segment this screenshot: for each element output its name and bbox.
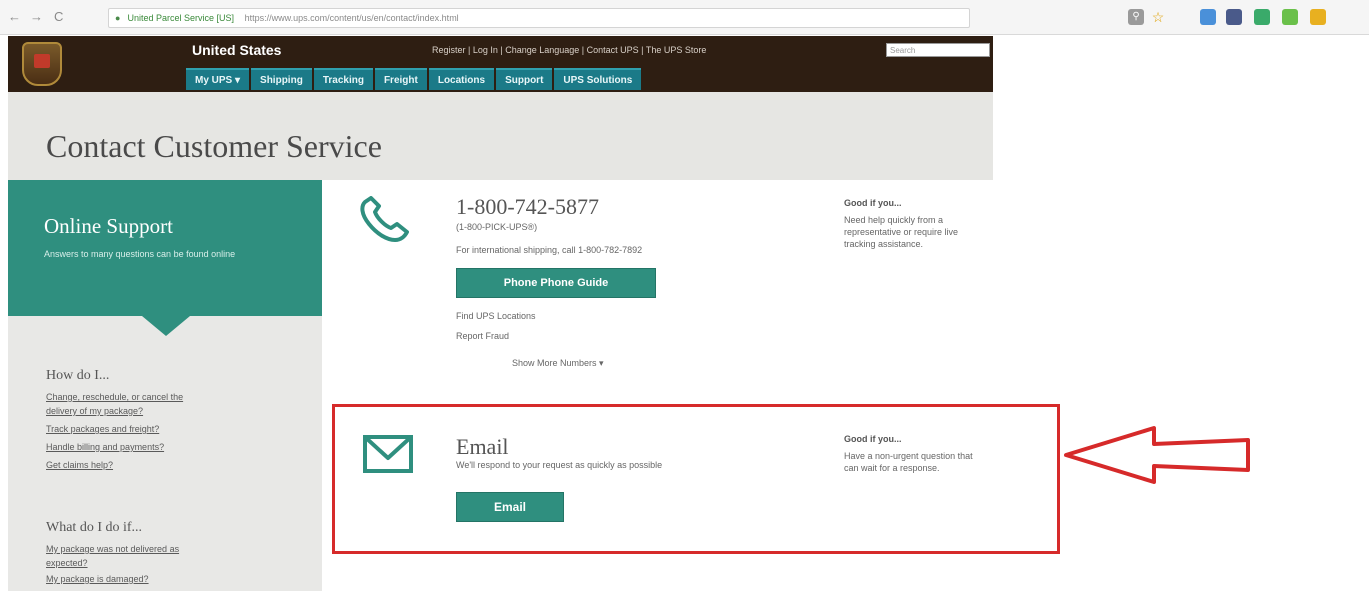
sidebar-link[interactable]: Handle billing and payments? [46, 442, 164, 452]
page-title: Contact Customer Service [46, 128, 382, 164]
tab-support[interactable]: Support [496, 68, 553, 90]
zoom-icon[interactable]: ⚲ [1128, 9, 1144, 25]
sidebar-link[interactable]: Track packages and freight? [46, 424, 159, 434]
tab-freight[interactable]: Freight [374, 68, 427, 90]
international-note: For international shipping, call 1-800-7… [456, 245, 643, 255]
main-nav: My UPS ▾ Shipping Tracking Freight Locat… [186, 68, 643, 90]
tab-shipping[interactable]: Shipping [251, 68, 312, 90]
forward-button[interactable]: → [30, 10, 43, 24]
what-do-i-do-heading: What do I do if... [46, 520, 143, 535]
reload-button[interactable]: C [54, 10, 63, 24]
support-description: Answers to many questions can be found o… [44, 249, 236, 259]
utility-links[interactable]: Register | Log In | Change Language | Co… [432, 45, 706, 55]
tab-ups-solutions[interactable]: UPS Solutions [554, 68, 642, 90]
lock-icon: ● [115, 13, 121, 23]
star-icon[interactable]: ☆ [1150, 9, 1166, 25]
extension-icon[interactable] [1200, 9, 1216, 25]
phone-good-text: Need help quickly from a representative … [844, 215, 959, 249]
sidebar-link[interactable]: My package was not delivered as [46, 544, 179, 554]
annotation-highlight-box [332, 404, 1060, 554]
url-text: https://www.ups.com/content/us/en/contac… [244, 13, 459, 23]
title-band: Contact Customer Service [8, 92, 993, 180]
show-more-numbers-link[interactable]: Show More Numbers ▾ [512, 358, 604, 369]
sidebar-link[interactable]: expected? [46, 558, 88, 568]
address-bar[interactable]: ● United Parcel Service [US] https://www… [108, 8, 970, 28]
back-button[interactable]: ← [8, 10, 21, 24]
annotation-arrow-icon [1064, 426, 1250, 484]
how-do-i-heading: How do I... [46, 368, 110, 383]
site-header: United States Register | Log In | Change… [8, 36, 993, 92]
tab-my-ups[interactable]: My UPS ▾ [186, 68, 250, 90]
extension-icon[interactable] [1226, 9, 1242, 25]
tab-tracking[interactable]: Tracking [313, 68, 373, 90]
phone-icon [360, 196, 409, 242]
tab-locations[interactable]: Locations [428, 68, 495, 90]
sidebar-link[interactable]: Change, reschedule, or cancel the [46, 392, 183, 402]
phone-good-heading: Good if you... [844, 198, 902, 208]
ups-logo[interactable] [22, 42, 62, 86]
phone-letters: (1-800-PICK-UPS®) [456, 222, 538, 232]
extension-icon[interactable] [1282, 9, 1298, 25]
extension-icon[interactable] [1310, 9, 1326, 25]
browser-toolbar: ← → C ● United Parcel Service [US] https… [0, 0, 1369, 35]
sidebar-link[interactable]: delivery of my package? [46, 406, 143, 416]
online-support-panel[interactable]: Online Support Answers to many questions… [8, 180, 322, 316]
country-label: United States [192, 42, 282, 58]
sidebar-link[interactable]: Get claims help? [46, 460, 113, 470]
logo-mark [34, 54, 50, 68]
sidebar-link[interactable]: My package is damaged? [46, 574, 149, 584]
phone-guide-button[interactable]: Phone Phone Guide [456, 268, 656, 298]
phone-number[interactable]: 1-800-742-5877 [456, 194, 599, 220]
report-fraud-link[interactable]: Report Fraud [456, 331, 509, 341]
extension-icon[interactable] [1254, 9, 1270, 25]
support-title: Online Support [44, 214, 173, 238]
sidebar: Online Support Answers to many questions… [8, 180, 322, 591]
find-locations-link[interactable]: Find UPS Locations [456, 311, 536, 321]
search-input[interactable]: Search [886, 43, 990, 57]
panel-pointer [142, 316, 190, 336]
site-identity: United Parcel Service [US] [127, 13, 235, 23]
